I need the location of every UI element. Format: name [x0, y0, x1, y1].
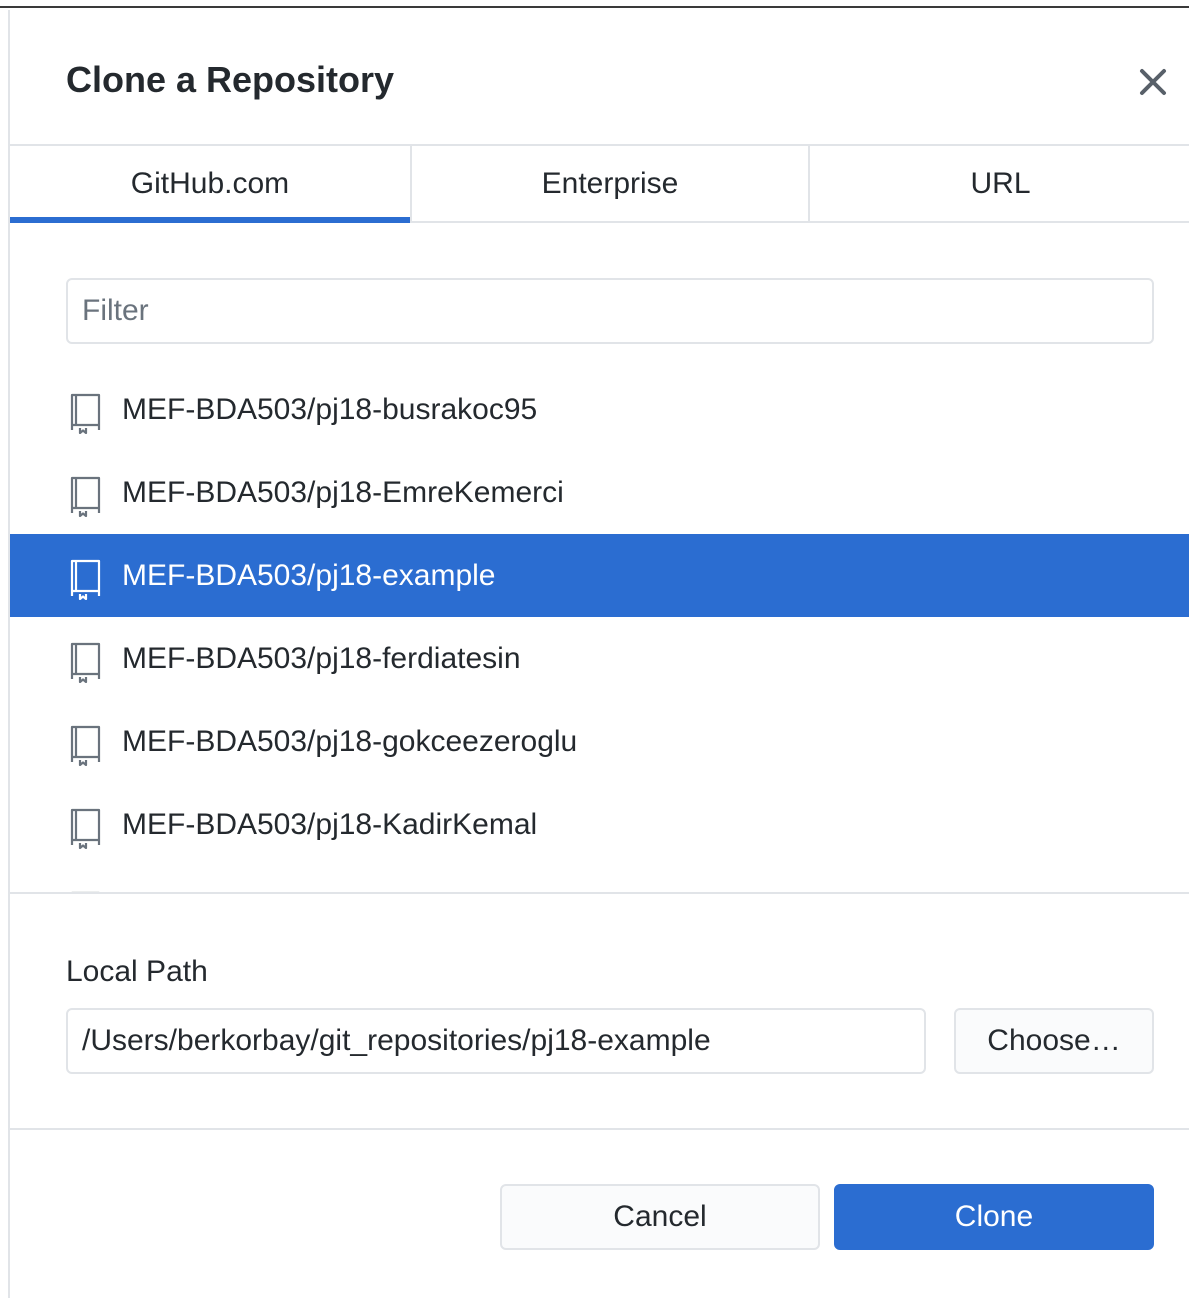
repo-icon: [70, 642, 101, 683]
tab-url[interactable]: URL: [808, 146, 1189, 221]
repository-list[interactable]: MEF-BDA503/pj18-busrakoc95 MEF-BDA503/pj…: [10, 358, 1189, 892]
repo-icon: [70, 725, 101, 766]
cancel-button[interactable]: Cancel: [500, 1184, 820, 1250]
tab-label: URL: [970, 166, 1031, 200]
local-path-input[interactable]: [66, 1008, 926, 1074]
background-window-edge: [0, 0, 1189, 8]
repository-name: MEF-BDA503/pj18-ferdiatesin: [122, 642, 521, 675]
tab-label: GitHub.com: [130, 166, 290, 200]
repository-list-item[interactable]: MEF-BDA503/pj18-kkuysal: [10, 866, 1189, 892]
repo-icon: [70, 476, 101, 517]
choose-button[interactable]: Choose…: [954, 1008, 1154, 1074]
tab-enterprise[interactable]: Enterprise: [410, 146, 808, 221]
clone-button[interactable]: Clone: [834, 1184, 1154, 1250]
dialog-header: Clone a Repository: [10, 10, 1189, 146]
repo-icon: [70, 808, 101, 849]
clone-repository-dialog: Clone a Repository GitHub.com Enterprise…: [8, 10, 1189, 1298]
tab-github-com[interactable]: GitHub.com: [10, 146, 410, 223]
section-divider: [10, 892, 1189, 894]
repository-name: MEF-BDA503/pj18-example: [122, 559, 496, 592]
tab-label: Enterprise: [541, 166, 679, 200]
tab-bar: GitHub.com Enterprise URL: [10, 146, 1189, 223]
repo-icon: [70, 559, 101, 600]
filter-input[interactable]: [66, 278, 1154, 344]
footer-divider: [10, 1128, 1189, 1130]
repository-name: MEF-BDA503/pj18-gokceezeroglu: [122, 725, 578, 758]
repository-list-item[interactable]: MEF-BDA503/pj18-EmreKemerci: [10, 451, 1189, 534]
repository-name: MEF-BDA503/pj18-kkuysal: [122, 866, 482, 892]
repository-name: MEF-BDA503/pj18-busrakoc95: [122, 393, 538, 426]
repository-list-item[interactable]: MEF-BDA503/pj18-busrakoc95: [10, 368, 1189, 451]
repo-icon: [70, 393, 101, 434]
repository-list-item[interactable]: MEF-BDA503/pj18-gokceezeroglu: [10, 700, 1189, 783]
repository-name: MEF-BDA503/pj18-KadirKemal: [122, 808, 538, 841]
dialog-title: Clone a Repository: [66, 59, 395, 100]
repository-list-item-selected[interactable]: MEF-BDA503/pj18-example: [10, 534, 1189, 617]
close-button[interactable]: [1131, 60, 1175, 104]
repository-list-item[interactable]: MEF-BDA503/pj18-ferdiatesin: [10, 617, 1189, 700]
repository-list-item[interactable]: MEF-BDA503/pj18-KadirKemal: [10, 783, 1189, 866]
close-icon: [1140, 69, 1166, 95]
repository-name: MEF-BDA503/pj18-EmreKemerci: [122, 476, 564, 509]
local-path-label: Local Path: [66, 955, 208, 988]
